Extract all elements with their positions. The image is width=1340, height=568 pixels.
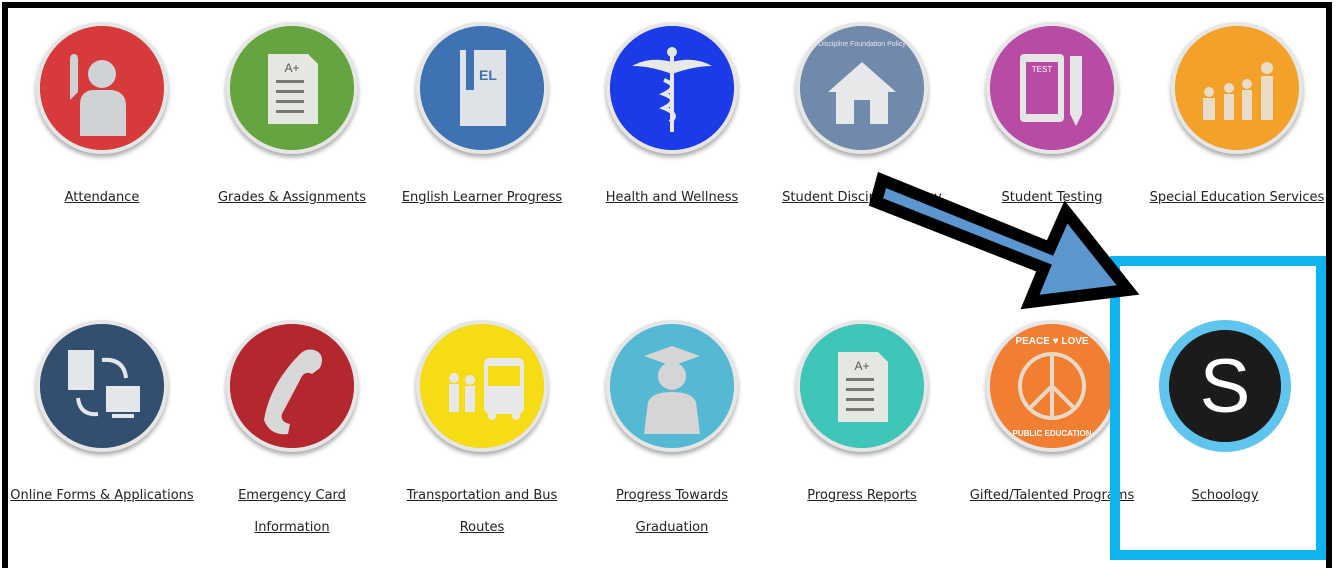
- badge-text: Discipline Foundation Policy: [818, 41, 906, 48]
- tile-transportation[interactable]: Transportation and Bus Routes: [389, 320, 575, 544]
- report-sheet-icon[interactable]: A+: [796, 320, 928, 452]
- tile-health[interactable]: Health and Wellness: [579, 22, 765, 214]
- tile-label[interactable]: English Learner Progress: [389, 182, 575, 214]
- tile-label[interactable]: Grades & Assignments: [199, 182, 385, 214]
- grade-sheet-icon[interactable]: A+: [226, 22, 358, 154]
- tile-label[interactable]: Progress Towards Graduation: [579, 480, 765, 544]
- peace-love-badge-icon[interactable]: PEACE ♥ LOVE PUBLIC EDUCATION: [986, 320, 1118, 452]
- test-text: TEST: [1032, 65, 1053, 74]
- tile-label[interactable]: Progress Reports: [769, 480, 955, 512]
- tile-label[interactable]: Health and Wellness: [579, 182, 765, 214]
- pointer-arrow-icon: [868, 171, 1140, 310]
- report-grade-text: A+: [854, 359, 869, 373]
- graduate-icon[interactable]: [606, 320, 738, 452]
- badge-bottom-text: PUBLIC EDUCATION: [1013, 429, 1092, 438]
- grade-text: A+: [284, 61, 299, 75]
- tile-label[interactable]: Transportation and Bus Routes: [389, 480, 575, 544]
- family-icon[interactable]: [1171, 22, 1303, 154]
- tile-graduation[interactable]: Progress Towards Graduation: [579, 320, 765, 544]
- tile-progress-reports[interactable]: A+ Progress Reports: [769, 320, 955, 512]
- el-book-icon[interactable]: EL: [416, 22, 548, 154]
- tile-online-forms[interactable]: Online Forms & Applications: [9, 320, 195, 512]
- sync-computers-icon[interactable]: [36, 320, 168, 452]
- tile-label[interactable]: Online Forms & Applications: [9, 480, 195, 512]
- tile-grades[interactable]: A+ Grades & Assignments: [199, 22, 385, 214]
- house-icon[interactable]: Discipline Foundation Policy: [796, 22, 928, 154]
- badge-top-text: PEACE ♥ LOVE: [1015, 336, 1089, 347]
- phone-handset-icon[interactable]: [226, 320, 358, 452]
- raised-hand-person-icon[interactable]: [36, 22, 168, 154]
- caduceus-icon[interactable]: [606, 22, 738, 154]
- tile-label[interactable]: Special Education Services: [1144, 182, 1330, 214]
- tile-english-learner[interactable]: EL English Learner Progress: [389, 22, 575, 214]
- test-pencil-icon[interactable]: TEST: [986, 22, 1118, 154]
- tile-special-education[interactable]: Special Education Services: [1144, 22, 1330, 214]
- bus-students-icon[interactable]: [416, 320, 548, 452]
- tile-label[interactable]: Attendance: [9, 182, 195, 214]
- tile-label[interactable]: Emergency Card Information: [199, 480, 385, 544]
- tile-emergency-card[interactable]: Emergency Card Information: [199, 320, 385, 544]
- el-text: EL: [479, 67, 497, 83]
- tile-attendance[interactable]: Attendance: [9, 22, 195, 214]
